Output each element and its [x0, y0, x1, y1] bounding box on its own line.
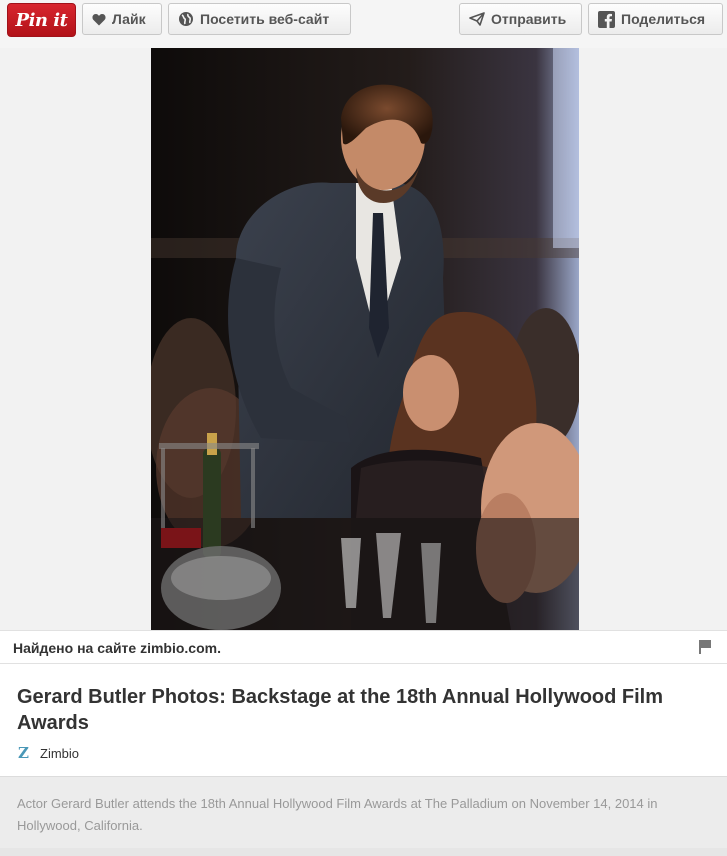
heart-icon: [92, 13, 106, 26]
pin-it-button[interactable]: Pin it: [7, 3, 76, 37]
visit-website-label: Посетить веб-сайт: [200, 11, 330, 27]
flag-icon[interactable]: [699, 640, 711, 659]
pin-description-panel: Actor Gerard Butler attends the 18th Ann…: [0, 776, 727, 848]
photo-container: [0, 48, 727, 630]
pin-photo[interactable]: [151, 48, 579, 630]
pin-description: Actor Gerard Butler attends the 18th Ann…: [17, 796, 658, 833]
send-label: Отправить: [491, 11, 567, 27]
send-button[interactable]: Отправить: [459, 3, 582, 35]
source-bar: Найдено на сайте zimbio.com.: [0, 630, 727, 664]
like-label: Лайк: [112, 11, 146, 27]
paper-plane-icon: [469, 12, 485, 26]
domain-name[interactable]: Zimbio: [40, 746, 79, 761]
photo-illustration: [151, 48, 579, 630]
like-button[interactable]: Лайк: [82, 3, 162, 35]
bottom-divider: [0, 848, 727, 856]
share-label: Поделиться: [621, 11, 706, 27]
zimbio-logo-icon: Z: [18, 744, 29, 762]
share-button[interactable]: Поделиться: [588, 3, 723, 35]
globe-icon: [178, 11, 194, 27]
visit-website-button[interactable]: Посетить веб-сайт: [168, 3, 351, 35]
found-on-link[interactable]: Найдено на сайте zimbio.com.: [13, 640, 221, 656]
pin-action-toolbar: Pin it Лайк Посетить веб-сайт Отправить …: [0, 0, 727, 48]
facebook-icon: [598, 10, 615, 28]
pin-it-label: Pin it: [15, 9, 68, 31]
pin-details: Gerard Butler Photos: Backstage at the 1…: [0, 664, 727, 776]
pin-title[interactable]: Gerard Butler Photos: Backstage at the 1…: [17, 684, 717, 736]
